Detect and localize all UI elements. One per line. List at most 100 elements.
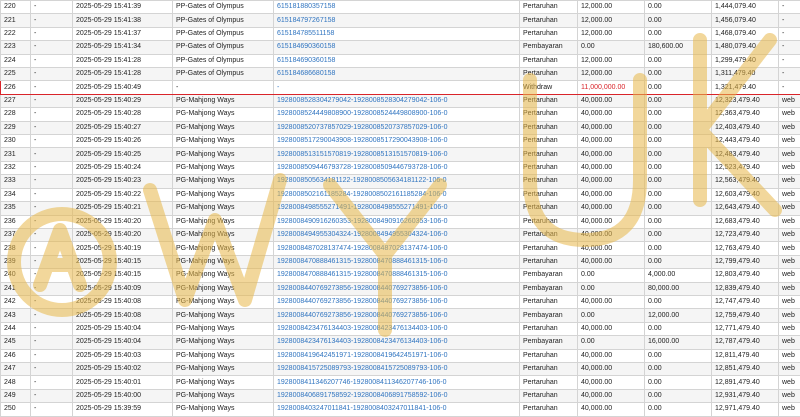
row-game: PG-Mahjong Ways (173, 295, 274, 308)
row-reference[interactable]: 1928008498555271491-1928008498555271491-… (274, 202, 520, 215)
row-reference[interactable]: 615184690360158 (274, 41, 520, 54)
row-game: PG-Mahjong Ways (173, 309, 274, 322)
row-source: web (779, 121, 800, 134)
row-reference[interactable]: 1928008440769273856-1928008440769273856-… (274, 282, 520, 295)
row-reference[interactable]: 1928008490916260353-1928008490916260353-… (274, 215, 520, 228)
row-reference[interactable]: 1928008470888461315-1928008470888461315-… (274, 255, 520, 268)
row-marker: - (31, 81, 73, 94)
row-timestamp: 2025-05-29 15:40:24 (73, 161, 173, 174)
row-number: 231 (1, 148, 31, 161)
row-reference[interactable]: 615181880357158 (274, 1, 520, 14)
row-timestamp: 2025-05-29 15:41:37 (73, 27, 173, 40)
row-number: 223 (1, 41, 31, 54)
row-debit: 0.00 (578, 41, 645, 54)
row-source: - (779, 54, 800, 67)
row-credit: 0.00 (645, 362, 712, 375)
row-game: PG-Mahjong Ways (173, 282, 274, 295)
row-number: 236 (1, 215, 31, 228)
row-debit: 40,000.00 (578, 322, 645, 335)
row-game: PG-Mahjong Ways (173, 228, 274, 241)
row-debit: 40,000.00 (578, 376, 645, 389)
row-source: - (779, 41, 800, 54)
row-reference[interactable]: 615184690360158 (274, 54, 520, 67)
row-reference[interactable]: 615184785511158 (274, 27, 520, 40)
row-source: web (779, 135, 800, 148)
row-marker: - (31, 336, 73, 349)
row-balance: 12,799,479.40 (712, 255, 779, 268)
row-reference[interactable]: 615184686680158 (274, 68, 520, 81)
row-debit: 40,000.00 (578, 295, 645, 308)
row-source: web (779, 161, 800, 174)
row-credit: 0.00 (645, 215, 712, 228)
row-reference[interactable]: 1928008502161185284-1928008502161185284-… (274, 188, 520, 201)
row-balance: 12,931,479.40 (712, 389, 779, 402)
table-row: 229-2025-05-29 15:40:27PG-Mahjong Ways19… (1, 121, 800, 134)
row-reference[interactable]: 1928008517290043908-1928008517290043908-… (274, 135, 520, 148)
row-game: PG-Mahjong Ways (173, 255, 274, 268)
row-credit: 180,600.00 (645, 41, 712, 54)
row-reference[interactable]: 1928008419642451971-1928008419642451971-… (274, 349, 520, 362)
row-reference[interactable]: 1928008470888461315-1928008470888461315-… (274, 269, 520, 282)
row-source: web (779, 282, 800, 295)
row-reference[interactable]: 1928008528304279042-1928008528304279042-… (274, 94, 520, 107)
row-type: Pertaruhan (520, 135, 578, 148)
row-number: 232 (1, 161, 31, 174)
row-reference[interactable]: 1928008513151570819-1928008513151570819-… (274, 148, 520, 161)
row-number: 230 (1, 135, 31, 148)
row-source: web (779, 228, 800, 241)
row-credit: 0.00 (645, 14, 712, 27)
row-timestamp: 2025-05-29 15:40:01 (73, 376, 173, 389)
row-timestamp: 2025-05-29 15:40:29 (73, 94, 173, 107)
row-marker: - (31, 376, 73, 389)
row-reference[interactable]: 1928008415725089793-1928008415725089793-… (274, 362, 520, 375)
row-timestamp: 2025-05-29 15:40:22 (73, 188, 173, 201)
row-reference[interactable]: 1928008440769273856-1928008440769273856-… (274, 309, 520, 322)
row-marker: - (31, 135, 73, 148)
row-reference[interactable]: 1928008509446793728-1928008509446793728-… (274, 161, 520, 174)
row-reference[interactable]: 1928008423476134403-1928008423476134403-… (274, 336, 520, 349)
row-timestamp: 2025-05-29 15:40:26 (73, 135, 173, 148)
table-row: 223-2025-05-29 15:41:34PP-Gates of Olymp… (1, 41, 800, 54)
row-balance: 1,456,079.40 (712, 14, 779, 27)
row-game: PG-Mahjong Ways (173, 269, 274, 282)
row-timestamp: 2025-05-29 15:40:04 (73, 322, 173, 335)
row-reference[interactable]: 1928008487028137474-1928008487028137474-… (274, 242, 520, 255)
row-reference[interactable]: 1928008403247011841-1928008403247011841-… (274, 403, 520, 416)
row-reference[interactable]: 1928008440769273856-1928008440769273856-… (274, 295, 520, 308)
row-number: 242 (1, 295, 31, 308)
row-type: Pertaruhan (520, 1, 578, 14)
row-credit: 0.00 (645, 188, 712, 201)
row-timestamp: 2025-05-29 15:40:49 (73, 81, 173, 94)
row-type: Pembayaran (520, 41, 578, 54)
row-source: web (779, 322, 800, 335)
row-credit: 12,000.00 (645, 309, 712, 322)
table-row: 247-2025-05-29 15:40:02PG-Mahjong Ways19… (1, 362, 800, 375)
row-type: Pertaruhan (520, 376, 578, 389)
row-reference[interactable]: 1928008411346207746-1928008411346207746-… (274, 376, 520, 389)
row-timestamp: 2025-05-29 15:40:08 (73, 309, 173, 322)
table-row: 237-2025-05-29 15:40:20PG-Mahjong Ways19… (1, 228, 800, 241)
table-row: 225-2025-05-29 15:41:28PP-Gates of Olymp… (1, 68, 800, 81)
row-reference[interactable]: 1928008494955304324-1928008494955304324-… (274, 228, 520, 241)
row-reference[interactable]: 1928008520737857029-1928008520737857029-… (274, 121, 520, 134)
row-debit: 12,000.00 (578, 27, 645, 40)
row-reference[interactable]: 1928008524449808900-1928008524449808900-… (274, 108, 520, 121)
row-source: - (779, 68, 800, 81)
row-reference[interactable]: 1928008423476134403-1928008423476134403-… (274, 322, 520, 335)
row-reference[interactable]: 1928008406891758592-1928008406891758592-… (274, 389, 520, 402)
table-row: 238-2025-05-29 15:40:19PG-Mahjong Ways19… (1, 242, 800, 255)
row-game: PP-Gates of Olympus (173, 27, 274, 40)
row-debit: 40,000.00 (578, 188, 645, 201)
row-credit: 0.00 (645, 27, 712, 40)
row-credit: 0.00 (645, 108, 712, 121)
row-balance: 1,299,479.40 (712, 54, 779, 67)
row-game: PG-Mahjong Ways (173, 389, 274, 402)
row-reference[interactable]: 1928008505634181122-1928008505634181122-… (274, 175, 520, 188)
row-number: 244 (1, 322, 31, 335)
table-row: 224-2025-05-29 15:41:28PP-Gates of Olymp… (1, 54, 800, 67)
row-debit: 40,000.00 (578, 228, 645, 241)
row-source: web (779, 389, 800, 402)
row-reference[interactable]: 615184797267158 (274, 14, 520, 27)
row-credit: 0.00 (645, 228, 712, 241)
row-number: 243 (1, 309, 31, 322)
